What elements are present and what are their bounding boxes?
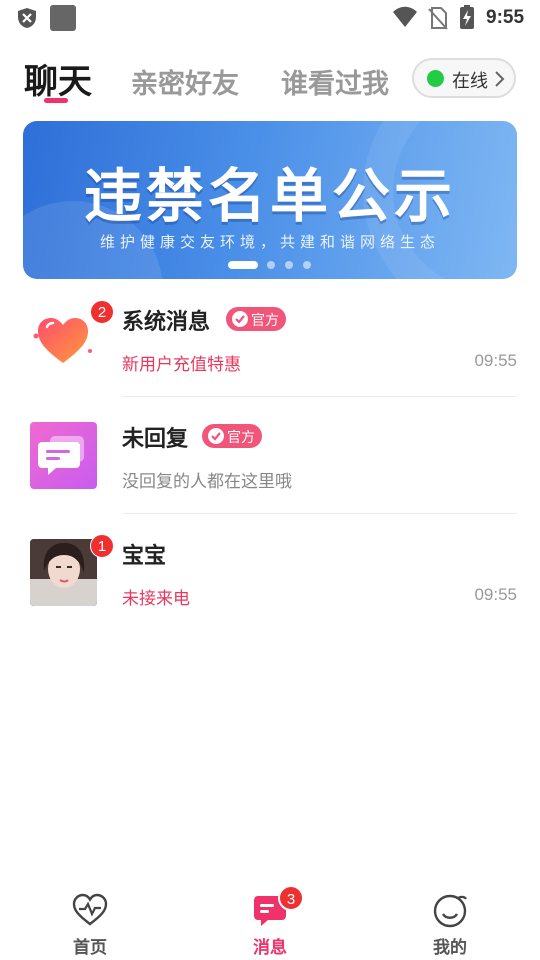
smiley-face-icon bbox=[433, 894, 467, 928]
message-preview: 未接来电 bbox=[122, 589, 190, 609]
status-bar: 9:55 bbox=[0, 0, 540, 36]
nav-home-label: 首页 bbox=[73, 938, 107, 958]
unread-badge: 1 bbox=[90, 534, 114, 558]
banner-pagination bbox=[228, 261, 328, 269]
pagination-dot bbox=[267, 261, 275, 269]
banner-carousel[interactable]: 违禁名单公示 维护健康交友环境，共建和谐网络生态 bbox=[23, 121, 517, 279]
battery-charging-icon bbox=[460, 5, 474, 29]
bottom-navigation: 首页 3 消息 我的 bbox=[0, 880, 540, 960]
pagination-dot bbox=[285, 261, 293, 269]
verified-icon bbox=[208, 428, 224, 444]
pagination-dot-active bbox=[228, 261, 258, 269]
tab-chat[interactable]: 聊天 bbox=[24, 54, 92, 103]
chevron-right-icon bbox=[495, 71, 505, 87]
message-preview: 没回复的人都在这里哦 bbox=[122, 472, 292, 492]
tab-visitors[interactable]: 谁看过我 bbox=[281, 62, 389, 101]
avatar bbox=[30, 539, 97, 606]
nav-me[interactable]: 我的 bbox=[400, 888, 500, 960]
message-time: 09:55 bbox=[474, 351, 517, 370]
conversation-row-baobao[interactable]: 1 宝宝 未接来电 09:55 bbox=[0, 514, 540, 631]
conversation-name: 宝宝 bbox=[122, 544, 167, 569]
conversation-name: 未回复 bbox=[122, 427, 189, 452]
no-sim-icon bbox=[428, 7, 448, 30]
unread-badge: 2 bbox=[90, 300, 114, 324]
official-badge: 官方 bbox=[226, 307, 286, 331]
tab-close-friends[interactable]: 亲密好友 bbox=[131, 62, 239, 101]
messages-badge: 3 bbox=[278, 885, 304, 911]
online-dot-icon bbox=[427, 70, 444, 87]
conversation-row-system[interactable]: 2 系统消息 官方 新用户充值特惠 09:55 bbox=[0, 280, 540, 397]
conversation-row-unreplied[interactable]: 未回复 官方 没回复的人都在这里哦 bbox=[0, 397, 540, 514]
user-photo bbox=[30, 539, 97, 606]
clock: 9:55 bbox=[486, 7, 525, 28]
message-time: 09:55 bbox=[474, 585, 517, 604]
message-preview: 新用户充值特惠 bbox=[122, 355, 241, 375]
official-label: 官方 bbox=[227, 430, 255, 446]
official-badge: 官方 bbox=[202, 424, 262, 448]
online-status-label: 在线 bbox=[452, 71, 488, 92]
nav-me-label: 我的 bbox=[433, 938, 467, 958]
nav-home[interactable]: 首页 bbox=[40, 888, 140, 960]
conversation-name: 系统消息 bbox=[122, 310, 211, 335]
online-status-button[interactable]: 在线 bbox=[412, 58, 516, 98]
avatar bbox=[30, 305, 97, 372]
heart-icon bbox=[33, 318, 92, 363]
active-tab-indicator bbox=[44, 98, 68, 103]
wifi-icon bbox=[393, 6, 417, 27]
banner-title: 违禁名单公示 bbox=[83, 162, 456, 230]
avatar bbox=[30, 422, 97, 489]
chat-bubbles-icon bbox=[38, 436, 84, 475]
nav-messages[interactable]: 3 消息 bbox=[220, 885, 320, 960]
banner-subtitle: 维护健康交友环境，共建和谐网络生态 bbox=[99, 233, 440, 251]
heart-pulse-icon bbox=[72, 893, 108, 926]
shield-icon bbox=[18, 8, 36, 28]
official-label: 官方 bbox=[251, 313, 279, 329]
pagination-dot bbox=[303, 261, 311, 269]
app-icon bbox=[50, 5, 76, 31]
verified-icon bbox=[232, 311, 248, 327]
nav-messages-label: 消息 bbox=[253, 938, 287, 958]
